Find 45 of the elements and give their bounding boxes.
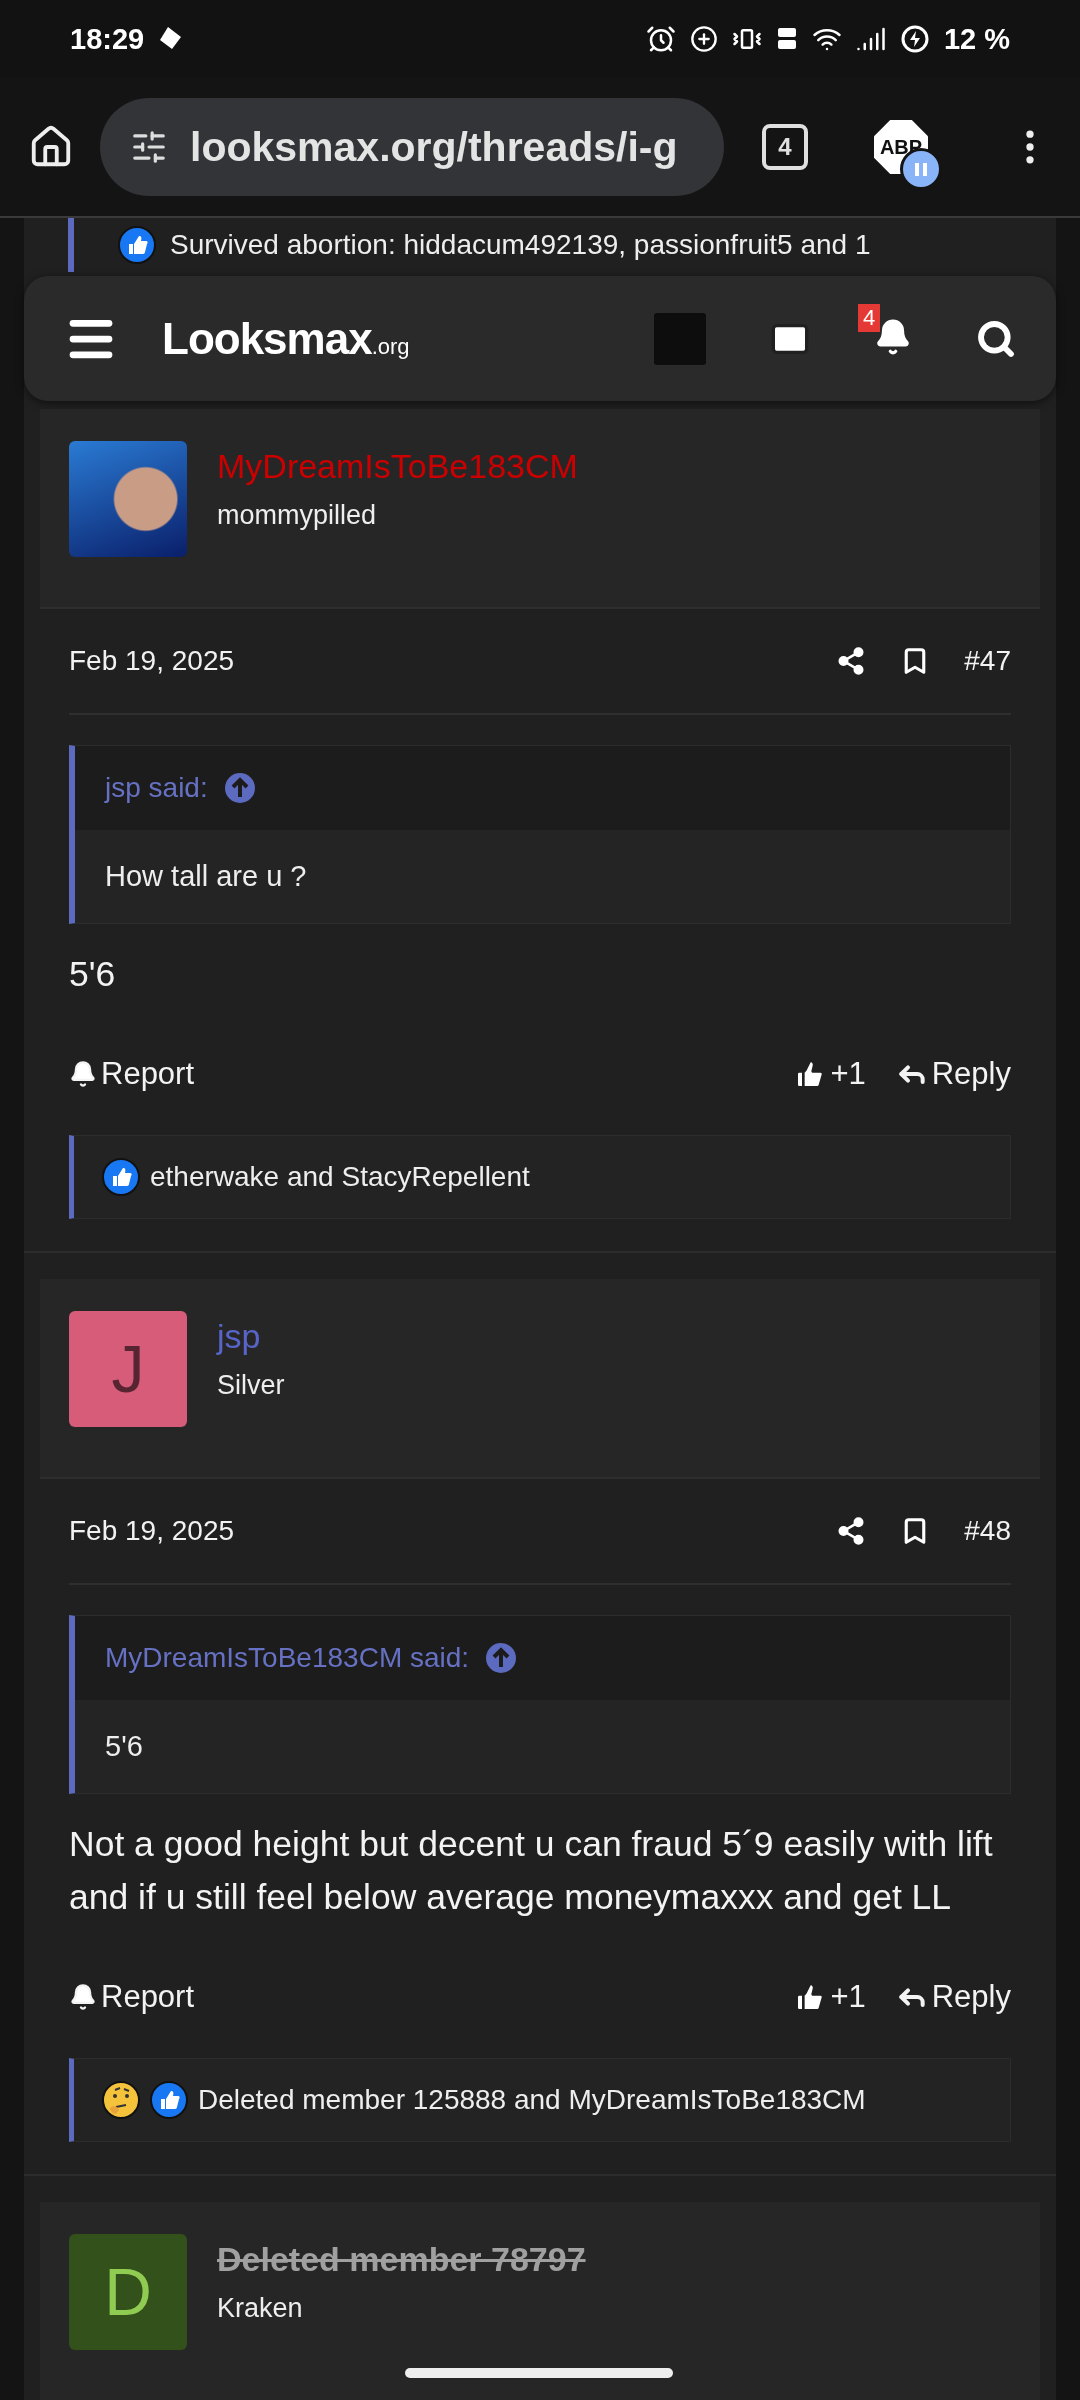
reactions-link[interactable]: etherwake and StacyRepellent — [150, 1161, 530, 1193]
bell-icon — [69, 1983, 97, 2011]
site-logo[interactable]: Looksmax.org — [162, 313, 410, 364]
like-reaction-icon — [102, 1158, 140, 1196]
tab-count-button[interactable]: 4 — [762, 124, 808, 170]
arrow-up-circle-icon[interactable] — [223, 772, 256, 804]
report-button[interactable]: Report — [69, 1056, 195, 1092]
bell-icon — [69, 1060, 97, 1088]
notification-badge: 4 — [858, 303, 881, 332]
reply-button[interactable]: Reply — [895, 1056, 1011, 1092]
post-text: Not a good height but decent u can fraud 5´9 easily with lift and if u still feel below average moneymaxxx and get LL — [69, 1823, 994, 1919]
battery-charging-icon — [899, 24, 930, 54]
arrow-up-circle-icon[interactable] — [485, 1642, 518, 1674]
address-bar[interactable]: looksmax.org/threads/i-g — [100, 98, 724, 196]
like-button[interactable]: +1 — [794, 1979, 866, 2015]
like-button[interactable]: +1 — [794, 1056, 866, 1092]
user-title: mommypilled — [217, 500, 378, 531]
alarm-icon — [645, 24, 676, 54]
reactions-link[interactable]: Survived abortion: hiddacum492139, passionfruit5 and 1 — [170, 229, 871, 261]
post-date[interactable]: Feb 19, 2025 — [69, 1515, 235, 1547]
username-link[interactable]: Deleted member 78797 — [217, 2240, 586, 2279]
quote-text: How tall are u ? — [75, 830, 1010, 923]
reactions-link[interactable]: Deleted member 125888 and MyDreamIsToBe183CM — [198, 2084, 866, 2116]
notifications-button[interactable] — [874, 317, 912, 356]
thinking-face-icon — [102, 2081, 140, 2119]
quote-text: 5'6 — [75, 1700, 1010, 1793]
quote-author[interactable]: jsp said: — [105, 772, 208, 804]
user-title: Silver — [217, 1370, 285, 1401]
data-saver-icon — [689, 25, 718, 53]
post-number[interactable]: #48 — [964, 1515, 1011, 1547]
battery-level: 12 % — [943, 22, 1010, 56]
quote-author[interactable]: MyDreamIsToBe183CM said: — [105, 1642, 470, 1674]
user-title: Kraken — [217, 2293, 304, 2324]
search-button[interactable] — [976, 318, 1016, 359]
site-settings-icon[interactable] — [130, 128, 168, 166]
like-reaction-icon — [150, 2081, 188, 2119]
like-reaction-icon — [118, 226, 156, 264]
status-time: 18:29 — [70, 22, 145, 56]
letter-avatar[interactable]: D — [69, 2234, 187, 2350]
photo-placeholder[interactable] — [69, 441, 187, 557]
post-number[interactable]: #47 — [964, 645, 1011, 677]
post-date[interactable]: Feb 19, 2025 — [69, 645, 235, 677]
report-button[interactable]: Report — [69, 1979, 195, 2015]
reply-button[interactable]: Reply — [895, 1979, 1011, 2015]
post-text: 5'6 — [69, 953, 117, 996]
